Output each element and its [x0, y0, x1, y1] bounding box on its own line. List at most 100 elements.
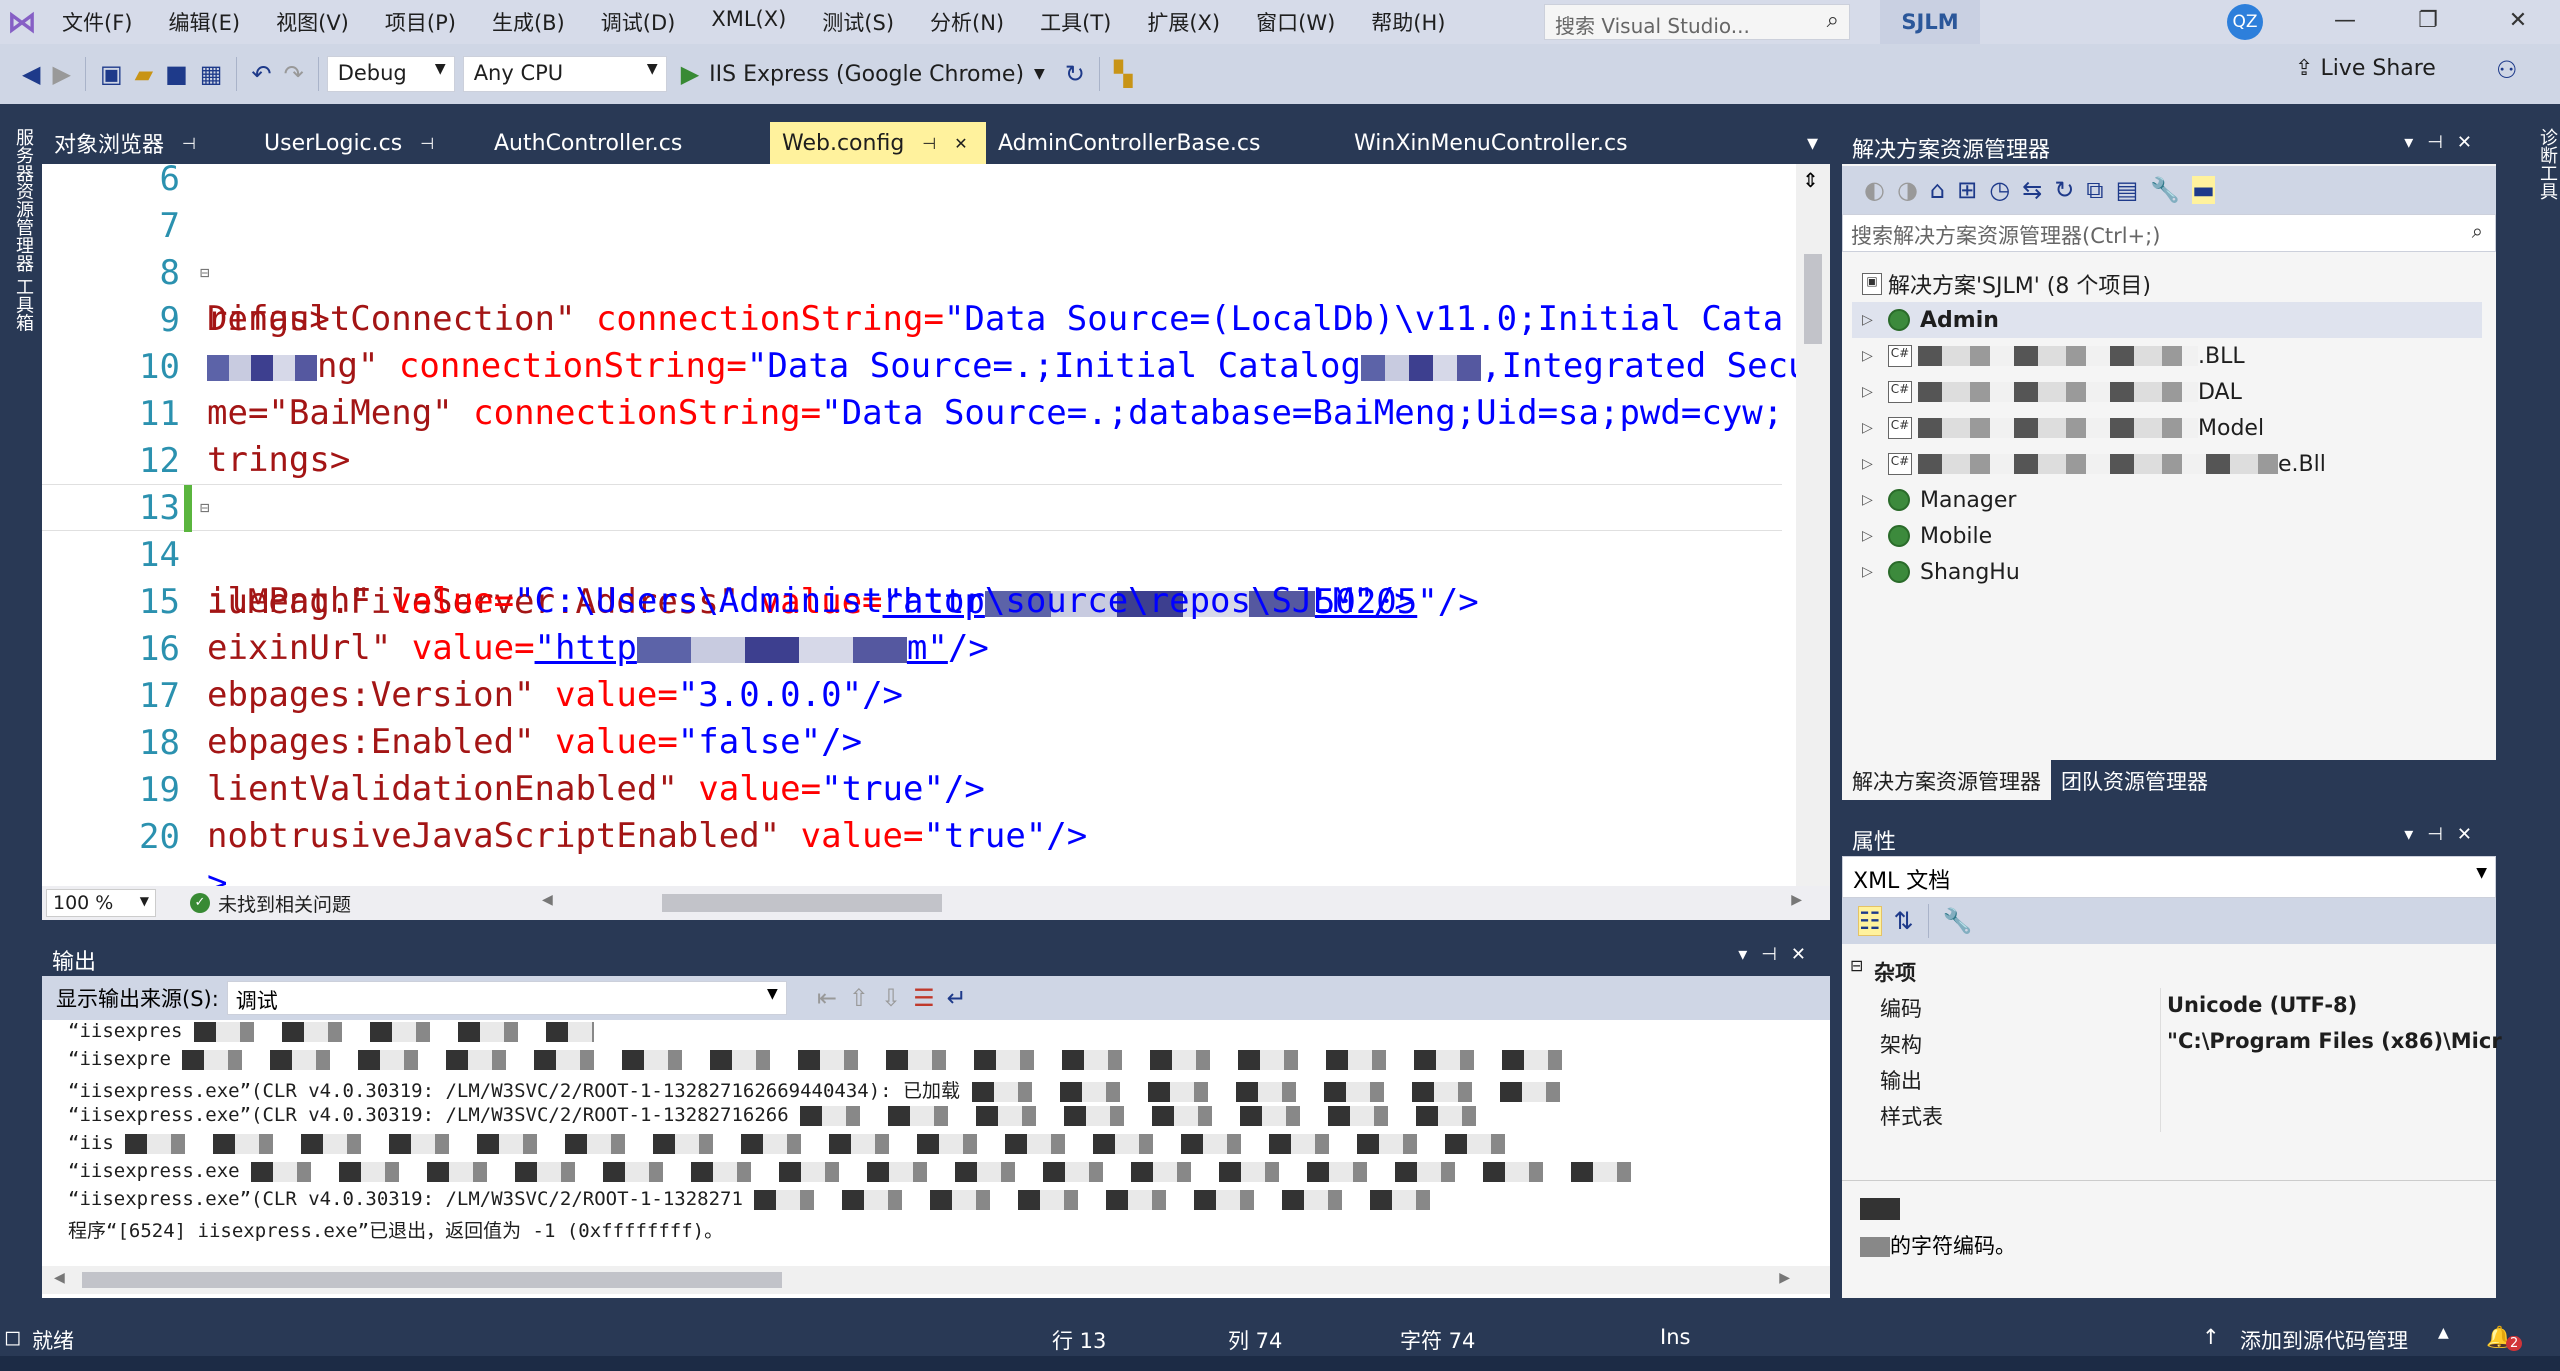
close-tab-icon[interactable]: ✕	[954, 134, 967, 153]
property-row-output[interactable]: 输出	[1842, 1060, 2496, 1096]
open-folder-icon[interactable]: ▰	[135, 60, 153, 88]
menu-item-1[interactable]: 编辑(E)	[150, 7, 258, 37]
tree-item-model[interactable]: ▷ C# Model	[1862, 410, 2264, 446]
right-tool-strip[interactable]: 诊断工具	[2508, 118, 2560, 1298]
code-line-18[interactable]: lientValidationEnabled" value="true"/>	[42, 719, 1782, 809]
search-input[interactable]: 搜索 Visual Studio... ⌕	[1544, 4, 1850, 40]
tab-overflow-icon[interactable]: ▾	[1795, 122, 1830, 164]
tab-object-browser[interactable]: 对象浏览器 ⊣	[42, 122, 252, 164]
tree-item-dal[interactable]: ▷ C# DAL	[1862, 374, 2242, 410]
refresh-icon[interactable]: ↻	[2054, 176, 2074, 204]
feedback-icon[interactable]: ⚇	[2496, 56, 2518, 84]
scroll-left-icon[interactable]: ◀	[54, 1270, 65, 1286]
panel-controls-icon[interactable]: ▾⊣✕	[2404, 824, 2486, 845]
solution-root[interactable]: ▣ 解决方案'SJLM' (8 个项目)	[1862, 266, 2151, 302]
code-editor[interactable]: 6 7 8 9 10 11 12 13 14 15 16 17 18 19 20 ⊟ rings> Defa…	[42, 164, 1830, 886]
property-row-stylesheet[interactable]: 样式表	[1842, 1096, 2496, 1132]
output-text[interactable]: “iisexpres “iisexpre “iisexpress.exe”(CL…	[42, 1020, 1830, 1260]
tab-web-config[interactable]: Web.config ⊣ ✕	[770, 122, 986, 164]
property-category[interactable]: ⊟ 杂项	[1842, 952, 2496, 988]
scroll-left-icon[interactable]: ◀	[542, 892, 553, 908]
code-line-14[interactable]: ilePath" value="C:\Users\Administrator\s…	[42, 531, 1782, 621]
expand-icon[interactable]: ▷	[1862, 528, 1888, 544]
preview-icon[interactable]: ▬	[2192, 176, 2215, 204]
close-icon[interactable]: ✕	[2488, 0, 2548, 40]
expand-icon[interactable]: ▷	[1862, 564, 1888, 580]
back-icon[interactable]: ◐	[1864, 176, 1885, 204]
redo-icon[interactable]: ↷	[284, 60, 304, 88]
config-dropdown[interactable]: Debug ▼	[326, 56, 455, 92]
code-line-13[interactable]: iuMeng.FileServer.Address" value="http 50…	[42, 484, 1782, 622]
menu-item-8[interactable]: 分析(N)	[912, 7, 1022, 37]
prev-message-icon[interactable]: ⇧	[849, 984, 869, 1012]
code-line-17[interactable]: ebpages:Enabled" value="false"/>	[42, 672, 1782, 762]
code-line-20[interactable]: >	[42, 813, 1782, 886]
solution-search-input[interactable]: 搜索解决方案资源管理器(Ctrl+;) ⌕	[1842, 214, 2496, 252]
tree-item-bll[interactable]: ▷ C# .BLL	[1862, 338, 2245, 374]
tree-item-bll-2[interactable]: ▷ C# e.Bll	[1862, 446, 2326, 482]
forward-icon[interactable]: ▶	[52, 60, 70, 88]
split-icon[interactable]: ⇕	[1802, 168, 1819, 192]
scroll-thumb[interactable]	[1804, 254, 1822, 344]
undo-icon[interactable]: ↶	[251, 60, 271, 88]
issues-status[interactable]: 未找到相关问题	[218, 890, 351, 917]
restore-icon[interactable]: ❐	[2398, 0, 2458, 40]
pin-icon[interactable]: ⊣	[420, 134, 434, 153]
tab-authcontroller[interactable]: AuthController.cs	[482, 122, 770, 164]
menu-item-6[interactable]: XML(X)	[693, 7, 804, 37]
scroll-right-icon[interactable]: ▶	[1791, 892, 1802, 908]
clear-all-icon[interactable]: ☰	[913, 984, 935, 1012]
alphabetical-icon[interactable]: ⇅	[1894, 907, 1914, 935]
avatar[interactable]: QZ	[2227, 4, 2263, 40]
menu-item-10[interactable]: 扩展(X)	[1129, 7, 1238, 37]
code-line-16[interactable]: ebpages:Version" value="3.0.0.0"/>	[42, 625, 1782, 715]
output-horizontal-scrollbar[interactable]: ◀ ▶	[42, 1266, 1830, 1294]
pin-icon[interactable]: ⊣	[922, 134, 936, 153]
properties-object-dropdown[interactable]: XML 文档 ▼	[1842, 856, 2496, 898]
zoom-dropdown[interactable]: 100 % ▼	[46, 889, 156, 917]
editor-vertical-scrollbar[interactable]: ⇕	[1796, 164, 1830, 886]
code-line-7[interactable]: ⊟ rings>	[42, 202, 1782, 339]
back-icon[interactable]: ◀	[22, 60, 40, 88]
live-share-button[interactable]: ⇪ Live Share	[2295, 56, 2436, 81]
collapse-all-icon[interactable]: ⧉	[2086, 176, 2103, 204]
home-icon[interactable]: ⌂	[1930, 176, 1945, 204]
expand-icon[interactable]: ▷	[1862, 420, 1888, 436]
minimize-icon[interactable]: —	[2315, 0, 2375, 40]
property-row-schema[interactable]: 架构 "C:\Program Files (x86)\Micr	[1842, 1024, 2502, 1060]
expand-icon[interactable]: ▷	[1862, 492, 1888, 508]
show-all-files-icon[interactable]: ▤	[2116, 176, 2139, 204]
scroll-right-icon[interactable]: ▶	[1779, 1270, 1790, 1286]
code-line-8[interactable]: DefaultConnection" connectionString="Dat…	[42, 249, 1783, 339]
tab-solution-explorer[interactable]: 解决方案资源管理器	[1842, 760, 2051, 800]
categorized-icon[interactable]: ☷	[1858, 906, 1882, 936]
browser-link-icon[interactable]: ▚	[1114, 60, 1132, 88]
code-line-15[interactable]: eixinUrl" value="http m"/>	[42, 578, 1782, 668]
save-all-icon[interactable]: ▦	[200, 60, 223, 88]
refresh-icon[interactable]: ↻	[1065, 60, 1085, 88]
left-tool-strip[interactable]: 服务器资源管理器 工具箱	[0, 118, 36, 1298]
code-line-11[interactable]: trings>	[42, 390, 1782, 480]
output-source-dropdown[interactable]: 调试 ▼	[226, 981, 787, 1015]
tree-item-mobile[interactable]: ▷ Mobile	[1862, 518, 1992, 554]
tree-item-admin[interactable]: ▷ Admin	[1852, 302, 2482, 338]
start-debugging-button[interactable]: ▶ IIS Express (Google Chrome) ▼	[681, 60, 1045, 88]
menu-item-2[interactable]: 视图(V)	[258, 7, 367, 37]
new-project-icon[interactable]: ▣	[100, 60, 123, 88]
platform-dropdown[interactable]: Any CPU ▼	[462, 56, 667, 92]
panel-controls-icon[interactable]: ▾⊣✕	[1738, 944, 1820, 965]
expand-icon[interactable]: ▷	[1862, 348, 1888, 364]
code-line-10[interactable]: me="BaiMeng" connectionString="Data Sour…	[42, 343, 1783, 433]
menu-item-7[interactable]: 测试(S)	[804, 7, 912, 37]
tab-team-explorer[interactable]: 团队资源管理器	[2051, 760, 2218, 800]
menu-item-9[interactable]: 工具(T)	[1022, 7, 1129, 37]
switch-views-icon[interactable]: ⊞	[1957, 176, 1977, 204]
properties-icon[interactable]: 🔧	[2150, 176, 2180, 204]
sync-icon[interactable]: ⇆	[2022, 176, 2042, 204]
tree-item-shanghu[interactable]: ▷ ShangHu	[1862, 554, 2020, 590]
editor-horizontal-scrollbar[interactable]: ◀ ▶	[542, 886, 1822, 920]
code-line-9[interactable]: ng" connectionString="Data Source=.;Init…	[42, 296, 1809, 386]
word-wrap-icon[interactable]: ↵	[947, 984, 967, 1012]
scroll-thumb[interactable]	[82, 1272, 782, 1288]
expand-icon[interactable]: ▷	[1862, 312, 1888, 328]
